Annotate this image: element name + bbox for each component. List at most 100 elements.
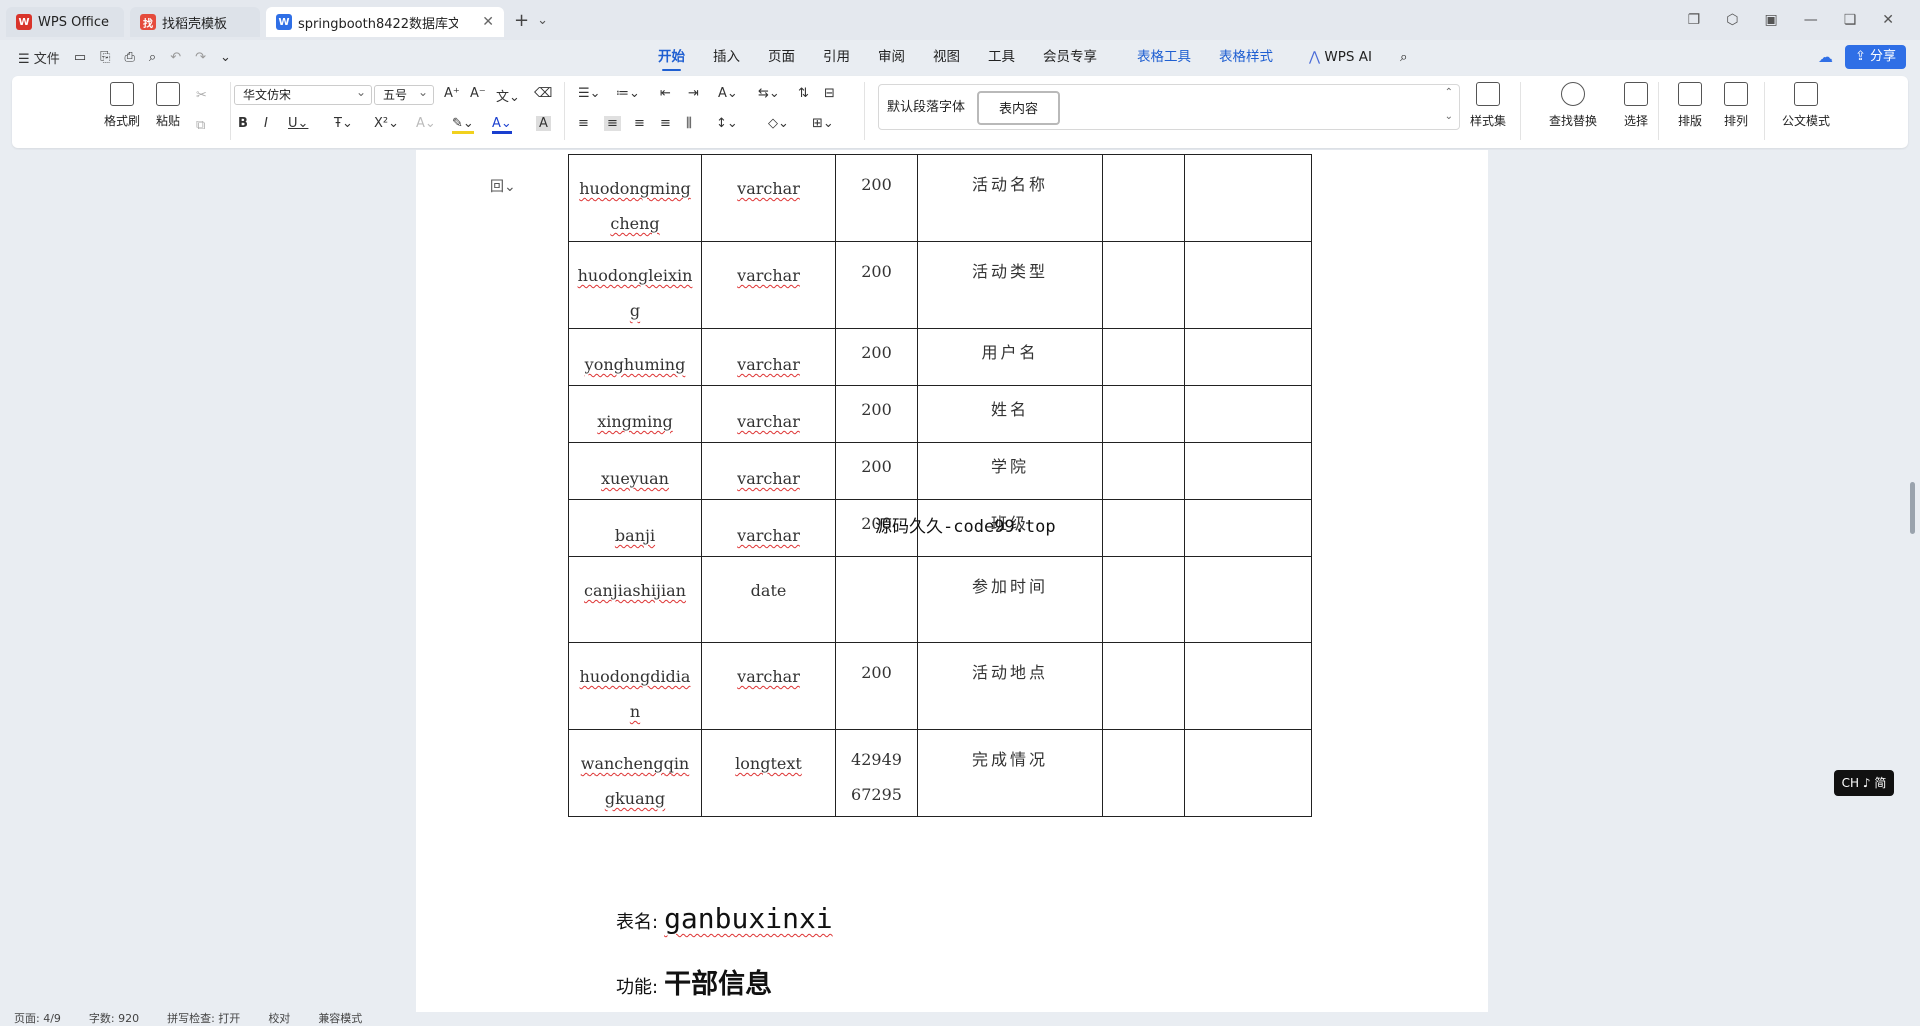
eraser-icon[interactable]: ⌫: [534, 86, 552, 101]
numbered-list-icon[interactable]: ≔⌄: [616, 86, 640, 101]
tab-start[interactable]: 开始: [644, 40, 699, 74]
table-cell[interactable]: [1102, 499, 1185, 557]
status-word-count[interactable]: 字数: 920: [89, 1012, 139, 1026]
sort-icon[interactable]: ⇅: [798, 86, 809, 101]
table-row[interactable]: xingming varchar 200 姓名: [568, 385, 1312, 443]
official-doc-button[interactable]: 公文模式: [1774, 82, 1838, 129]
tab-reference[interactable]: 引用: [809, 40, 864, 74]
bold-icon[interactable]: B: [238, 116, 248, 131]
close-window-icon[interactable]: ✕: [1882, 12, 1894, 28]
copy-icon[interactable]: ⧉: [196, 118, 205, 133]
tab-table-tools[interactable]: 表格工具: [1123, 40, 1205, 74]
status-proofread[interactable]: 校对: [268, 1012, 290, 1026]
border-icon[interactable]: ⊞⌄: [812, 116, 834, 131]
strikethrough-icon[interactable]: Ŧ⌄: [334, 116, 353, 131]
underline-icon[interactable]: U⌄: [288, 116, 308, 131]
status-spellcheck[interactable]: 拼写检查: 打开: [167, 1012, 240, 1026]
line-spacing-icon[interactable]: ↕⌄: [716, 116, 738, 131]
increase-indent-icon[interactable]: ⇥: [688, 86, 699, 101]
bullet-list-icon[interactable]: ☰⌄: [578, 86, 601, 101]
table-cell[interactable]: [1102, 642, 1185, 730]
document-canvas[interactable]: 回⌄ huodongmingcheng varchar 200 活动名称 huo…: [0, 150, 1920, 1012]
tab-review[interactable]: 审阅: [864, 40, 919, 74]
tab-template[interactable]: 找 找稻壳模板: [130, 7, 260, 37]
paste-button[interactable]: 粘贴: [148, 82, 188, 129]
format-painter-button[interactable]: 格式刷: [102, 82, 142, 129]
style-set-button[interactable]: 样式集: [1458, 82, 1518, 129]
table-row[interactable]: xueyuan varchar 200 学院: [568, 442, 1312, 500]
style-table-content[interactable]: 表内容: [977, 91, 1061, 125]
table-cell[interactable]: [1102, 241, 1185, 329]
new-tab-button[interactable]: +: [514, 10, 529, 31]
font-color-icon[interactable]: A⌄: [492, 116, 512, 134]
table-cell[interactable]: [1102, 154, 1185, 242]
table-cell[interactable]: [1102, 385, 1185, 443]
tab-page[interactable]: 页面: [754, 40, 809, 74]
tab-document[interactable]: W springbooth8422数据库文档 ✕: [266, 7, 504, 37]
table-cell[interactable]: [1184, 328, 1312, 386]
table-cell[interactable]: [1102, 556, 1185, 643]
cut-icon[interactable]: ✂: [196, 88, 207, 103]
layout-button[interactable]: 排版: [1668, 82, 1712, 129]
shrink-font-icon[interactable]: A⁻: [470, 86, 486, 101]
line-break-icon[interactable]: ⇆⌄: [758, 86, 780, 101]
table-cell[interactable]: [1184, 729, 1312, 817]
show-marks-icon[interactable]: ⊟: [824, 86, 835, 101]
table-cell[interactable]: [1184, 556, 1312, 643]
pinyin-icon[interactable]: 文⌄: [496, 86, 520, 105]
share-button[interactable]: ⇪ 分享: [1844, 45, 1906, 69]
save-icon[interactable]: ▭: [74, 50, 86, 65]
tab-insert[interactable]: 插入: [699, 40, 754, 74]
table-row[interactable]: huodongdidian varchar 200 活动地点: [568, 642, 1312, 730]
table-name-line[interactable]: 表名: ganbuxinxi: [616, 902, 833, 935]
align-center-icon[interactable]: ≡: [604, 116, 621, 131]
table-cell[interactable]: [1184, 442, 1312, 500]
minimize-icon[interactable]: —: [1804, 12, 1818, 28]
table-cell[interactable]: [1102, 328, 1185, 386]
tab-table-style[interactable]: 表格样式: [1205, 40, 1287, 74]
chevron-down-icon[interactable]: ⌄: [537, 13, 548, 28]
cube-icon[interactable]: ⬡: [1726, 12, 1738, 28]
gallery-up-icon[interactable]: ⌃: [1445, 87, 1453, 98]
align-right-icon[interactable]: ≡: [634, 116, 645, 131]
table-cell[interactable]: [1184, 241, 1312, 329]
wps-ai-button[interactable]: ⋀ WPS AI: [1295, 40, 1386, 74]
tab-wps-office[interactable]: W WPS Office: [6, 7, 124, 37]
select-button[interactable]: 选择: [1614, 82, 1658, 129]
style-default-paragraph[interactable]: 默认段落字体: [887, 91, 965, 125]
status-page[interactable]: 页面: 4/9: [14, 1012, 61, 1026]
italic-icon[interactable]: I: [264, 116, 268, 131]
grow-font-icon[interactable]: A⁺: [444, 86, 460, 101]
redo-icon[interactable]: ↷: [195, 50, 206, 65]
search-icon[interactable]: ⌕: [1386, 40, 1422, 74]
text-direction-icon[interactable]: A⌄: [718, 86, 738, 101]
print-icon[interactable]: ⎙: [125, 50, 135, 65]
distribute-icon[interactable]: ⫼: [686, 116, 692, 131]
undo-icon[interactable]: ↶: [170, 50, 181, 65]
table-function-line[interactable]: 功能: 干部信息: [616, 962, 772, 1001]
table-cell[interactable]: [1102, 442, 1185, 500]
field-table[interactable]: huodongmingcheng varchar 200 活动名称 huodon…: [568, 154, 1312, 817]
table-row[interactable]: canjiashijian date 参加时间: [568, 556, 1312, 643]
justify-icon[interactable]: ≡: [660, 116, 671, 131]
highlight-icon[interactable]: ✎⌄: [452, 116, 474, 134]
text-effect-icon[interactable]: A⌄: [416, 116, 436, 131]
tab-member[interactable]: 会员专享: [1029, 40, 1111, 74]
table-cell[interactable]: [1184, 385, 1312, 443]
close-tab-icon[interactable]: ✕: [482, 14, 494, 30]
shading-icon[interactable]: ◇⌄: [768, 116, 789, 131]
more-icon[interactable]: ⌄: [220, 50, 231, 65]
table-cell[interactable]: [1184, 499, 1312, 557]
print-preview-icon[interactable]: ⌕: [149, 50, 156, 65]
avatar[interactable]: ▣: [1764, 12, 1777, 28]
table-row[interactable]: huodongleixing varchar 200 活动类型: [568, 241, 1312, 329]
scrollbar-thumb[interactable]: [1910, 482, 1915, 534]
tab-view[interactable]: 视图: [919, 40, 974, 74]
decrease-indent-icon[interactable]: ⇤: [660, 86, 671, 101]
char-shading-icon[interactable]: A: [536, 116, 551, 131]
superscript-icon[interactable]: X²⌄: [374, 116, 399, 131]
find-replace-button[interactable]: 查找替换: [1532, 82, 1614, 129]
window-tile-icon[interactable]: ❐: [1688, 12, 1701, 28]
arrange-button[interactable]: 排列: [1714, 82, 1758, 129]
cloud-upload-icon[interactable]: ☁: [1818, 48, 1833, 66]
